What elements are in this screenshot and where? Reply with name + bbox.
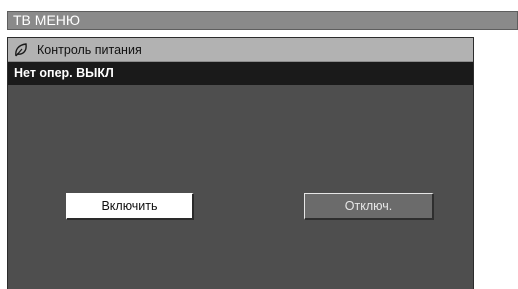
menu-title-bar: ТВ МЕНЮ (7, 11, 518, 30)
status-text: Нет опер. ВЫКЛ (14, 66, 114, 80)
menu-title: ТВ МЕНЮ (13, 12, 81, 28)
panel-header: Контроль питания (8, 38, 473, 62)
disable-button-label: Отключ. (344, 199, 393, 213)
enable-button[interactable]: Включить (66, 193, 194, 220)
enable-button-label: Включить (101, 199, 158, 213)
disable-button[interactable]: Отключ. (304, 193, 434, 220)
leaf-icon (13, 42, 29, 58)
status-bar: Нет опер. ВЫКЛ (8, 62, 473, 85)
panel-title: Контроль питания (37, 42, 142, 57)
power-control-panel: Контроль питания Нет опер. ВЫКЛ Включить… (7, 37, 474, 289)
